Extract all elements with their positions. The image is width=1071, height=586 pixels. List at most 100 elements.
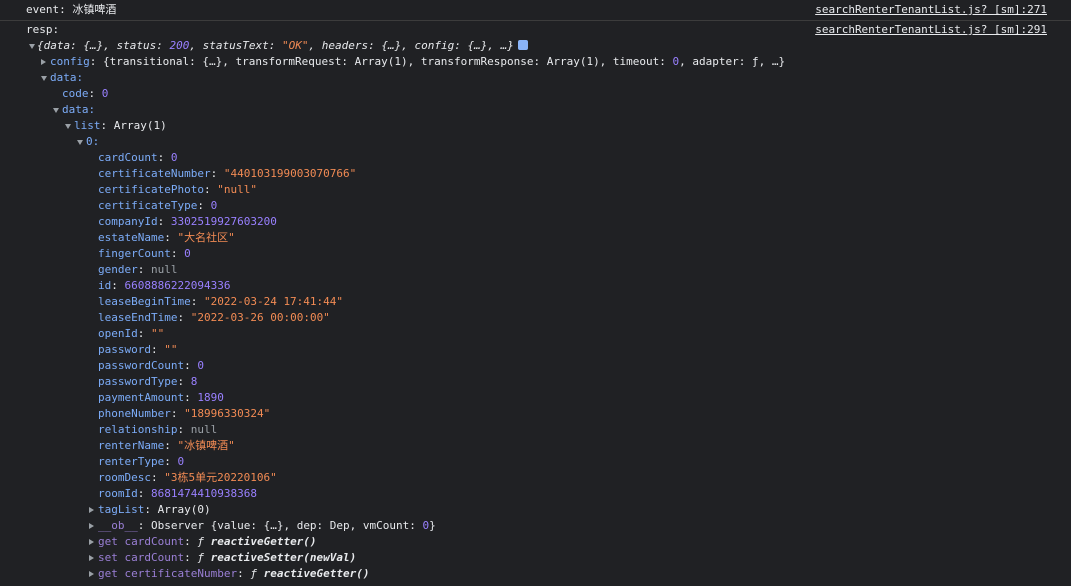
tree-node-field: openId: "" [98, 327, 165, 340]
tree-node-field: id: 6608886222094336 [98, 279, 231, 292]
property-key: passwordType [98, 375, 178, 388]
tree-node-field: estateName: "大名社区" [98, 231, 235, 244]
property-key: fingerCount [98, 247, 171, 260]
collapse-triangle-icon[interactable] [89, 523, 94, 529]
collapse-triangle-icon[interactable] [89, 571, 94, 577]
property-key: paymentAmount [98, 391, 185, 404]
function-symbol: ƒ [250, 567, 264, 580]
property-key: estateName [98, 231, 165, 244]
tree-node-item-0[interactable]: 0: [0, 134, 1071, 150]
info-icon[interactable] [517, 40, 528, 50]
tree-node-accessor[interactable]: get certificateNumber: ƒ reactiveGetter(… [0, 566, 1071, 582]
summary-mid: , statusText: [189, 39, 283, 52]
function-name: reactiveGetter() [210, 535, 317, 548]
message-value: 冰镇啤酒 [72, 3, 117, 16]
property-value: "" [164, 343, 178, 356]
observer-pre: : Observer {value: {…}, dep: Dep, vmCoun… [137, 519, 423, 532]
tree-node-field: gender: null [98, 263, 178, 276]
property-key: __ob__ [98, 519, 138, 532]
console-message-event: event: 冰镇啤酒 searchRenterTenantList.js? [… [0, 0, 1071, 21]
property-value: 3302519927603200 [170, 215, 277, 228]
property-value: 0 [177, 455, 185, 468]
property-value: "大名社区" [177, 231, 235, 244]
tree-node-field: leaseBeginTime: "2022-03-24 17:41:44" [98, 295, 344, 308]
collapse-triangle-icon[interactable] [89, 507, 94, 513]
tree-node-field: cardCount: 0 [98, 151, 178, 164]
property-value: 0 [184, 247, 191, 260]
expand-triangle-icon[interactable] [65, 124, 71, 129]
property-key: companyId [98, 215, 158, 228]
property-value: 0 [101, 87, 109, 100]
tree-node-taglist[interactable]: tagList: Array(0) [0, 502, 1071, 518]
function-symbol: ƒ [197, 535, 211, 548]
property-key: data: [62, 103, 96, 116]
tree-node-list[interactable]: list: Array(1) [0, 118, 1071, 134]
collapse-triangle-icon[interactable] [89, 539, 94, 545]
property-value: 0 [197, 359, 204, 372]
property-key: certificatePhoto [98, 183, 204, 196]
tree-node-field: certificatePhoto: "null" [98, 183, 257, 196]
property-value: "18996330324" [184, 407, 271, 420]
status-value: 200 [169, 39, 190, 52]
collapse-triangle-icon[interactable] [41, 59, 46, 65]
status-text-value: "OK" [282, 39, 309, 52]
property-value: Array(0) [157, 503, 211, 516]
tree-node-field: certificateType: 0 [98, 199, 218, 212]
tree-node-accessor[interactable]: get cardCount: ƒ reactiveGetter() [0, 534, 1071, 550]
property-key: relationship [98, 423, 178, 436]
tree-node-field: password: "" [98, 343, 178, 356]
summary-open: {data: {…}, status: [37, 39, 170, 52]
property-value: 0 [210, 199, 218, 212]
property-value: "null" [217, 183, 257, 196]
property-value: "2022-03-26 00:00:00" [190, 311, 330, 324]
tree-node-field: roomDesc: "3栋5单元20220106" [98, 471, 277, 484]
property-key: config [50, 55, 90, 68]
property-key: certificateNumber [98, 167, 211, 180]
property-key: certificateType [98, 199, 198, 212]
tree-node-field: renterName: "冰镇啤酒" [98, 439, 235, 452]
property-key: tagList [98, 503, 145, 516]
tree-node-field: leaseEndTime: "2022-03-26 00:00:00" [98, 311, 330, 324]
property-key: 0: [86, 135, 100, 148]
config-pre: : {transitional: {…}, transformRequest: … [89, 55, 673, 68]
tree-node-observer[interactable]: __ob__: Observer {value: {…}, dep: Dep, … [0, 518, 1071, 534]
summary-tail: , headers: {…}, config: {…}, …} [308, 39, 514, 52]
tree-node-root[interactable]: {data: {…}, status: 200, statusText: "OK… [0, 38, 1071, 54]
property-value: null [190, 423, 218, 436]
property-value: "2022-03-24 17:41:44" [203, 295, 344, 308]
tree-node-field: companyId: 3302519927603200 [98, 215, 277, 228]
observer-post: } [429, 519, 436, 532]
collapse-triangle-icon[interactable] [89, 555, 94, 561]
property-key: cardCount [98, 151, 158, 164]
property-key: roomId [98, 487, 138, 500]
property-value: null [151, 263, 178, 276]
expand-triangle-icon[interactable] [29, 44, 35, 49]
tree-node-field: phoneNumber: "18996330324" [98, 407, 271, 420]
tree-node-field: fingerCount: 0 [98, 247, 191, 260]
property-key: list [74, 119, 101, 132]
accessor-key: get cardCount [98, 535, 185, 548]
expand-triangle-icon[interactable] [77, 140, 83, 145]
expand-triangle-icon[interactable] [53, 108, 59, 113]
property-value: "" [151, 327, 165, 340]
function-symbol: ƒ [197, 551, 211, 564]
source-link[interactable]: searchRenterTenantList.js? [sm]:271 [815, 0, 1047, 20]
tree-node-field: relationship: null [98, 423, 218, 436]
property-key: renterName [98, 439, 165, 452]
property-value: "3栋5单元20220106" [164, 471, 277, 484]
property-key: leaseBeginTime [98, 295, 191, 308]
message-label: resp: [26, 23, 60, 36]
tree-node-inner-data[interactable]: data: [0, 102, 1071, 118]
property-key: leaseEndTime [98, 311, 178, 324]
property-value: 6608886222094336 [124, 279, 231, 292]
tree-node-accessor[interactable]: set cardCount: ƒ reactiveSetter(newVal) [0, 550, 1071, 566]
console-message-resp: resp: searchRenterTenantList.js? [sm]:29… [0, 22, 1071, 38]
property-value: "冰镇啤酒" [177, 439, 235, 452]
property-key: renterType [98, 455, 165, 468]
expand-triangle-icon[interactable] [41, 76, 47, 81]
property-value: "440103199003070766" [223, 167, 357, 180]
tree-node-data[interactable]: data: [0, 70, 1071, 86]
source-link[interactable]: searchRenterTenantList.js? [sm]:291 [815, 22, 1047, 38]
tree-node-config[interactable]: config: {transitional: {…}, transformReq… [0, 54, 1071, 70]
property-key: gender [98, 263, 138, 276]
